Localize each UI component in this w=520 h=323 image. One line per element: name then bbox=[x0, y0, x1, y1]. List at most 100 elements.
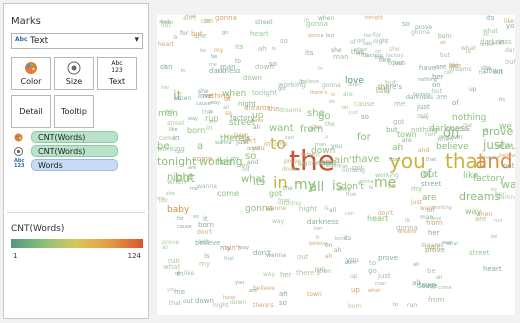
cloud-word-small: from bbox=[389, 157, 401, 163]
tooltip-card[interactable]: Tooltip bbox=[54, 95, 94, 128]
cloud-word[interactable]: believe bbox=[436, 143, 469, 152]
cloud-word-small: don't bbox=[197, 229, 213, 236]
cloud-word-small: darkness bbox=[480, 38, 512, 46]
cloud-word-small: come bbox=[159, 135, 176, 142]
cloud-word-small: we bbox=[165, 108, 174, 115]
cloud-word-small: you bbox=[331, 143, 343, 150]
color-legend-gradient[interactable] bbox=[11, 239, 143, 248]
cloud-word-small: up bbox=[350, 273, 358, 280]
text-field-pill[interactable]: Words bbox=[31, 159, 118, 171]
text-card[interactable]: Abc 123 Text bbox=[97, 57, 137, 90]
cloud-word-small: for bbox=[177, 216, 184, 222]
mark-type-dropdown[interactable]: Abc Text ▾ bbox=[11, 33, 143, 49]
cloud-word-small: nothing bbox=[411, 126, 438, 134]
cloud-word-small: to bbox=[235, 58, 242, 65]
cloud-word-small: got bbox=[393, 118, 405, 126]
cloud-word-small: all bbox=[162, 245, 168, 251]
cloud-word-small: her bbox=[314, 226, 323, 232]
cloud-word-small: way bbox=[263, 271, 276, 278]
chevron-down-icon: ▾ bbox=[134, 35, 139, 45]
cloud-word-small: ain't bbox=[243, 138, 257, 145]
cloud-word[interactable]: factory bbox=[473, 175, 505, 184]
marks-title: Marks bbox=[11, 16, 41, 27]
cloud-word-small: is bbox=[204, 252, 210, 260]
tooltip-label: Tooltip bbox=[61, 107, 87, 116]
cloud-word-small: that bbox=[224, 256, 235, 262]
cloud-word-small: believe bbox=[499, 153, 515, 159]
cloud-word-small: cause bbox=[177, 224, 192, 230]
cloud-word-small: go bbox=[368, 267, 377, 275]
cloud-word-small: in bbox=[318, 66, 323, 72]
cloud-word[interactable]: its bbox=[253, 178, 265, 188]
cloud-word-small: she bbox=[481, 65, 492, 72]
color-field-pill[interactable]: CNT(Words) bbox=[31, 131, 118, 143]
cloud-word[interactable]: baby bbox=[167, 206, 189, 215]
cloud-word-small: want bbox=[420, 205, 435, 212]
cloud-word-small: ah bbox=[309, 127, 316, 133]
color-label: Color bbox=[20, 77, 42, 86]
cloud-word-small: a bbox=[484, 126, 489, 134]
cloud-word-small: cause bbox=[196, 101, 211, 107]
cloud-word-small: are bbox=[475, 215, 487, 223]
cloud-word-small: just bbox=[349, 110, 359, 116]
cloud-word[interactable]: a bbox=[197, 142, 203, 152]
cloud-word-small: down bbox=[195, 297, 214, 305]
cloud-word-small: of bbox=[224, 95, 231, 103]
cloud-word-small: are bbox=[436, 93, 448, 101]
cloud-word[interactable]: for bbox=[357, 133, 371, 143]
legend-max: 124 bbox=[127, 252, 141, 260]
cloud-word[interactable]: she bbox=[307, 109, 325, 119]
cloud-word-small: be bbox=[211, 54, 218, 60]
cloud-word-small: ah bbox=[258, 45, 267, 53]
cloud-word-small: on bbox=[342, 105, 349, 111]
cloud-word-small: dreams bbox=[279, 107, 302, 114]
cloud-word-small: factory bbox=[413, 92, 431, 98]
cloud-word-small: out bbox=[183, 298, 193, 305]
cloud-word-small: working bbox=[157, 145, 185, 153]
cloud-word-small: got bbox=[278, 86, 287, 92]
cloud-word-small: me bbox=[394, 100, 406, 108]
cloud-word[interactable]: born bbox=[187, 127, 205, 135]
cloud-word[interactable]: come bbox=[217, 190, 239, 198]
cloud-word-small: when bbox=[167, 178, 186, 186]
size-field-pill[interactable]: CNT(Words) bbox=[31, 145, 118, 157]
cloud-word-small: down bbox=[230, 299, 247, 306]
text-mark-icon: Abc bbox=[15, 36, 28, 43]
cloud-word-small: factory bbox=[230, 114, 255, 122]
cloud-word-small: come bbox=[193, 155, 213, 163]
cloud-word-small: in bbox=[206, 124, 213, 132]
color-shelf-icon bbox=[14, 133, 23, 144]
color-card[interactable]: Color bbox=[11, 57, 51, 90]
cloud-word[interactable]: want bbox=[269, 124, 294, 134]
cloud-word-small: to bbox=[369, 259, 377, 267]
cloud-word-small: in bbox=[177, 270, 184, 278]
size-shelf-icon bbox=[14, 147, 23, 158]
cloud-word-small: got bbox=[352, 164, 364, 172]
size-card[interactable]: Size bbox=[54, 57, 94, 90]
cloud-word-small: way bbox=[210, 100, 221, 106]
cloud-word-small: it bbox=[325, 135, 329, 141]
cloud-word-small: out bbox=[505, 58, 515, 66]
cloud-word[interactable]: got bbox=[269, 190, 282, 198]
cloud-word-small: when bbox=[175, 95, 192, 102]
cloud-word-small: darkness bbox=[497, 194, 515, 201]
cloud-word-small: just bbox=[378, 272, 391, 280]
cloud-word-small: way bbox=[188, 116, 199, 122]
cloud-word-small: gonna bbox=[306, 20, 328, 28]
cloud-word[interactable]: out bbox=[423, 171, 438, 180]
cloud-word-small: are bbox=[209, 119, 218, 125]
cloud-word-small: tonight bbox=[252, 89, 278, 97]
detail-card[interactable]: Detail bbox=[11, 95, 51, 128]
cloud-word-small: ah bbox=[279, 290, 288, 298]
size-icon bbox=[55, 61, 93, 77]
cloud-word-small: night bbox=[425, 244, 441, 251]
cloud-word-small: it bbox=[203, 215, 208, 223]
cloud-word-small: on bbox=[432, 81, 441, 89]
cloud-word-small: tonight bbox=[365, 15, 383, 21]
cloud-word-small: night bbox=[213, 302, 229, 309]
cloud-word[interactable]: ah bbox=[392, 144, 403, 153]
cloud-word-small: up bbox=[469, 86, 477, 93]
cloud-word[interactable]: are bbox=[422, 194, 437, 203]
cloud-word-small: gonna bbox=[396, 224, 418, 232]
cloud-word-small: my bbox=[220, 244, 231, 252]
